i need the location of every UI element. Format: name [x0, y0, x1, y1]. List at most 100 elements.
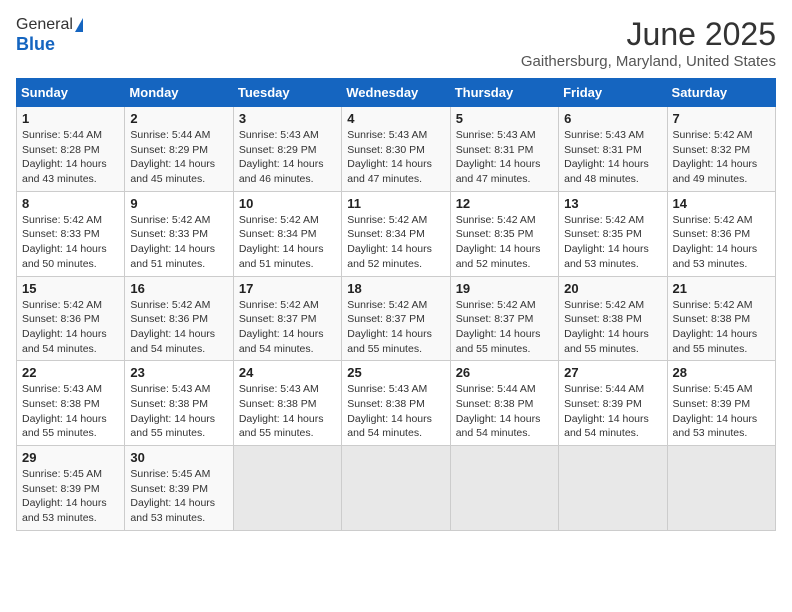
day-number: 27: [564, 365, 661, 380]
calendar-cell: [342, 446, 450, 531]
day-number: 11: [347, 196, 444, 211]
day-number: 21: [673, 281, 770, 296]
day-number: 18: [347, 281, 444, 296]
calendar-week-row: 22 Sunrise: 5:43 AMSunset: 8:38 PMDayligh…: [17, 361, 776, 446]
calendar-cell: 21 Sunrise: 5:42 AMSunset: 8:38 PMDayligh…: [667, 276, 775, 361]
day-info: Sunrise: 5:43 AMSunset: 8:31 PMDaylight:…: [456, 128, 553, 187]
calendar-cell: 12 Sunrise: 5:42 AMSunset: 8:35 PMDayligh…: [450, 191, 558, 276]
day-info: Sunrise: 5:45 AMSunset: 8:39 PMDaylight:…: [130, 467, 227, 526]
calendar-week-row: 1 Sunrise: 5:44 AMSunset: 8:28 PMDaylight…: [17, 107, 776, 192]
calendar-cell: 30Sunrise: 5:45 AMSunset: 8:39 PMDayligh…: [125, 446, 233, 531]
day-info: Sunrise: 5:42 AMSunset: 8:33 PMDaylight:…: [22, 213, 119, 272]
calendar-cell: 19Sunrise: 5:42 AMSunset: 8:37 PMDayligh…: [450, 276, 558, 361]
calendar-cell: 24Sunrise: 5:43 AMSunset: 8:38 PMDayligh…: [233, 361, 341, 446]
day-info: Sunrise: 5:45 AMSunset: 8:39 PMDaylight:…: [22, 467, 119, 526]
calendar-cell: 22Sunrise: 5:43 AMSunset: 8:38 PMDayligh…: [17, 361, 125, 446]
day-number: 29: [22, 450, 119, 465]
day-info: Sunrise: 5:42 AMSunset: 8:34 PMDaylight:…: [239, 213, 336, 272]
day-info: Sunrise: 5:43 AMSunset: 8:31 PMDaylight:…: [564, 128, 661, 187]
day-info: Sunrise: 5:43 AMSunset: 8:29 PMDaylight:…: [239, 128, 336, 187]
calendar-title: June 2025: [521, 16, 776, 53]
day-info: Sunrise: 5:44 AMSunset: 8:39 PMDaylight:…: [564, 382, 661, 441]
calendar-cell: 3Sunrise: 5:43 AMSunset: 8:29 PMDaylight…: [233, 107, 341, 192]
calendar-cell: 14 Sunrise: 5:42 AMSunset: 8:36 PMDayligh…: [667, 191, 775, 276]
day-info: Sunrise: 5:42 AMSunset: 8:38 PMDaylight:…: [673, 298, 770, 357]
calendar-cell: 2 Sunrise: 5:44 AMSunset: 8:29 PMDaylight…: [125, 107, 233, 192]
calendar-cell: 17Sunrise: 5:42 AMSunset: 8:37 PMDayligh…: [233, 276, 341, 361]
day-number: 19: [456, 281, 553, 296]
calendar-week-row: 15 Sunrise: 5:42 AMSunset: 8:36 PMDayligh…: [17, 276, 776, 361]
day-number: 5: [456, 111, 553, 126]
day-number: 26: [456, 365, 553, 380]
day-number: 13: [564, 196, 661, 211]
day-number: 6: [564, 111, 661, 126]
day-info: Sunrise: 5:42 AMSunset: 8:33 PMDaylight:…: [130, 213, 227, 272]
calendar-cell: [667, 446, 775, 531]
logo: General Blue: [16, 16, 83, 55]
calendar-cell: 15 Sunrise: 5:42 AMSunset: 8:36 PMDayligh…: [17, 276, 125, 361]
calendar-cell: [559, 446, 667, 531]
day-info: Sunrise: 5:45 AMSunset: 8:39 PMDaylight:…: [673, 382, 770, 441]
day-number: 14: [673, 196, 770, 211]
calendar-cell: 26 Sunrise: 5:44 AMSunset: 8:38 PMDayligh…: [450, 361, 558, 446]
calendar-cell: 13 Sunrise: 5:42 AMSunset: 8:35 PMDayligh…: [559, 191, 667, 276]
day-info: Sunrise: 5:42 AMSunset: 8:36 PMDaylight:…: [673, 213, 770, 272]
calendar-cell: 11 Sunrise: 5:42 AMSunset: 8:34 PMDayligh…: [342, 191, 450, 276]
calendar-cell: 28 Sunrise: 5:45 AMSunset: 8:39 PMDayligh…: [667, 361, 775, 446]
calendar-cell: 7Sunrise: 5:42 AMSunset: 8:32 PMDaylight…: [667, 107, 775, 192]
title-area: June 2025 Gaithersburg, Maryland, United…: [521, 16, 776, 70]
day-number: 25: [347, 365, 444, 380]
day-number: 4: [347, 111, 444, 126]
day-number: 8: [22, 196, 119, 211]
calendar-cell: 29 Sunrise: 5:45 AMSunset: 8:39 PMDayligh…: [17, 446, 125, 531]
weekday-header: Sunday: [17, 79, 125, 107]
calendar-cell: 25Sunrise: 5:43 AMSunset: 8:38 PMDayligh…: [342, 361, 450, 446]
day-info: Sunrise: 5:42 AMSunset: 8:37 PMDaylight:…: [347, 298, 444, 357]
day-number: 7: [673, 111, 770, 126]
weekday-header: Monday: [125, 79, 233, 107]
calendar-cell: 1 Sunrise: 5:44 AMSunset: 8:28 PMDaylight…: [17, 107, 125, 192]
calendar-cell: 8 Sunrise: 5:42 AMSunset: 8:33 PMDaylight…: [17, 191, 125, 276]
day-info: Sunrise: 5:42 AMSunset: 8:36 PMDaylight:…: [22, 298, 119, 357]
calendar-subtitle: Gaithersburg, Maryland, United States: [521, 53, 776, 70]
day-info: Sunrise: 5:42 AMSunset: 8:35 PMDaylight:…: [456, 213, 553, 272]
weekday-header: Saturday: [667, 79, 775, 107]
day-number: 12: [456, 196, 553, 211]
day-info: Sunrise: 5:42 AMSunset: 8:36 PMDaylight:…: [130, 298, 227, 357]
day-number: 20: [564, 281, 661, 296]
weekday-header: Tuesday: [233, 79, 341, 107]
day-number: 17: [239, 281, 336, 296]
calendar-cell: 10Sunrise: 5:42 AMSunset: 8:34 PMDayligh…: [233, 191, 341, 276]
day-info: Sunrise: 5:42 AMSunset: 8:34 PMDaylight:…: [347, 213, 444, 272]
calendar-body: 1 Sunrise: 5:44 AMSunset: 8:28 PMDaylight…: [17, 107, 776, 531]
day-info: Sunrise: 5:44 AMSunset: 8:38 PMDaylight:…: [456, 382, 553, 441]
day-info: Sunrise: 5:44 AMSunset: 8:29 PMDaylight:…: [130, 128, 227, 187]
calendar-cell: 18 Sunrise: 5:42 AMSunset: 8:37 PMDayligh…: [342, 276, 450, 361]
logo-blue-text: Blue: [16, 34, 55, 55]
calendar-header-row: SundayMondayTuesdayWednesdayThursdayFrid…: [17, 79, 776, 107]
day-number: 15: [22, 281, 119, 296]
calendar-cell: 23 Sunrise: 5:43 AMSunset: 8:38 PMDayligh…: [125, 361, 233, 446]
weekday-header: Thursday: [450, 79, 558, 107]
day-info: Sunrise: 5:44 AMSunset: 8:28 PMDaylight:…: [22, 128, 119, 187]
calendar-week-row: 8 Sunrise: 5:42 AMSunset: 8:33 PMDaylight…: [17, 191, 776, 276]
logo-general-text: General: [16, 16, 73, 34]
weekday-header: Friday: [559, 79, 667, 107]
calendar-cell: 5 Sunrise: 5:43 AMSunset: 8:31 PMDaylight…: [450, 107, 558, 192]
day-number: 9: [130, 196, 227, 211]
calendar-cell: 20 Sunrise: 5:42 AMSunset: 8:38 PMDayligh…: [559, 276, 667, 361]
day-number: 1: [22, 111, 119, 126]
day-info: Sunrise: 5:42 AMSunset: 8:35 PMDaylight:…: [564, 213, 661, 272]
day-number: 22: [22, 365, 119, 380]
day-number: 23: [130, 365, 227, 380]
calendar-cell: [450, 446, 558, 531]
calendar-cell: 27 Sunrise: 5:44 AMSunset: 8:39 PMDayligh…: [559, 361, 667, 446]
day-info: Sunrise: 5:43 AMSunset: 8:38 PMDaylight:…: [130, 382, 227, 441]
calendar-cell: 4Sunrise: 5:43 AMSunset: 8:30 PMDaylight…: [342, 107, 450, 192]
calendar-cell: 6 Sunrise: 5:43 AMSunset: 8:31 PMDaylight…: [559, 107, 667, 192]
calendar-cell: 16Sunrise: 5:42 AMSunset: 8:36 PMDayligh…: [125, 276, 233, 361]
day-info: Sunrise: 5:42 AMSunset: 8:38 PMDaylight:…: [564, 298, 661, 357]
day-number: 2: [130, 111, 227, 126]
day-number: 28: [673, 365, 770, 380]
calendar-cell: 9 Sunrise: 5:42 AMSunset: 8:33 PMDaylight…: [125, 191, 233, 276]
